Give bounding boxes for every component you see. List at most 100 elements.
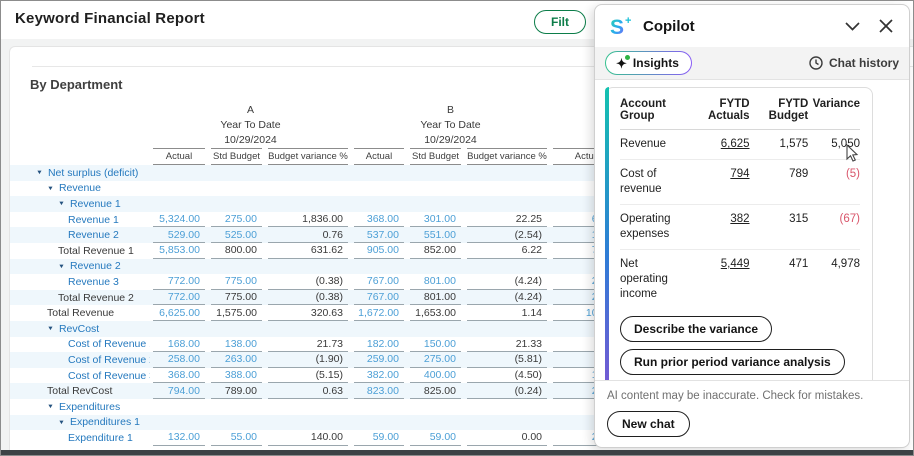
row-label: Total RevCost (10, 383, 150, 399)
new-chat-button[interactable]: New chat (607, 411, 690, 437)
value-cell[interactable]: 388.00 (208, 368, 265, 384)
chat-history-button[interactable]: Chat history (809, 56, 899, 70)
value-cell[interactable]: 150.00 (407, 337, 464, 353)
value-cell (265, 399, 351, 415)
insights-button[interactable]: ✦ Insights (605, 51, 692, 75)
value-cell[interactable]: 794.00 (150, 383, 208, 399)
row-label[interactable]: Cost of Revenue 1 (10, 337, 150, 353)
value-cell: 21.73 (265, 337, 351, 353)
row-label[interactable]: Expenditure 1 (10, 430, 150, 446)
row-label[interactable]: Cost of Revenue 2 (10, 352, 150, 368)
insights-row: Operating expenses382315(67) (620, 204, 860, 249)
value-cell[interactable]: 6,625.00 (150, 305, 208, 321)
row-label[interactable]: ▼Expenditures 1 (10, 415, 150, 431)
row-label[interactable]: ▼Net surplus (deficit) (10, 165, 150, 181)
filter-button[interactable]: Filt (534, 10, 586, 34)
fytd-actuals-cell[interactable]: 794 (685, 159, 749, 204)
value-cell (351, 165, 407, 181)
col-header-b-actual: Actual (351, 148, 407, 165)
value-cell: 1,575.00 (208, 305, 265, 321)
report-row: ▼Expenditures 1 (10, 415, 650, 431)
value-cell[interactable]: 1,672.00 (351, 305, 407, 321)
group-b-period: Year To Date (351, 118, 550, 133)
value-cell[interactable]: 772.00 (150, 290, 208, 306)
value-cell: (0.24) (464, 383, 550, 399)
value-cell[interactable]: 905.00 (351, 243, 407, 259)
value-cell[interactable]: 259.00 (351, 352, 407, 368)
value-cell[interactable]: 59.00 (351, 430, 407, 446)
actuals-link[interactable]: 794 (730, 168, 749, 180)
svg-text:S: S (610, 16, 624, 38)
row-label[interactable]: Revenue 3 (10, 274, 150, 290)
value-cell: (4.24) (464, 290, 550, 306)
value-cell (150, 399, 208, 415)
value-cell[interactable]: 258.00 (150, 352, 208, 368)
suggestion-button[interactable]: Describe the variance (620, 316, 772, 342)
collapse-triangle-icon[interactable]: ▼ (58, 419, 65, 425)
value-cell[interactable]: 5,324.00 (150, 212, 208, 228)
value-cell[interactable]: 772.00 (150, 274, 208, 290)
value-cell[interactable]: 132.00 (150, 430, 208, 446)
value-cell[interactable]: 368.00 (351, 212, 407, 228)
row-label[interactable]: ▼Revenue (10, 181, 150, 197)
fytd-actuals-cell[interactable]: 5,449 (685, 249, 749, 308)
close-panel-button[interactable] (877, 17, 895, 35)
value-cell[interactable]: 263.00 (208, 352, 265, 368)
row-label[interactable]: ▼Revenue 1 (10, 196, 150, 212)
value-cell[interactable]: 775.00 (208, 274, 265, 290)
row-label[interactable]: ▼RevCost (10, 321, 150, 337)
value-cell[interactable]: 275.00 (407, 352, 464, 368)
value-cell[interactable]: 400.00 (407, 368, 464, 384)
value-cell: (5.81) (464, 352, 550, 368)
value-cell[interactable]: 823.00 (351, 383, 407, 399)
row-label[interactable]: Revenue 2 (10, 227, 150, 243)
value-cell[interactable]: 59.00 (407, 430, 464, 446)
value-cell[interactable]: 529.00 (150, 227, 208, 243)
value-cell[interactable]: 5,853.00 (150, 243, 208, 259)
value-cell: 22.25 (464, 212, 550, 228)
collapse-triangle-icon[interactable]: ▼ (47, 185, 54, 191)
actuals-link[interactable]: 5,449 (721, 258, 750, 270)
value-cell[interactable]: 168.00 (150, 337, 208, 353)
collapse-triangle-icon[interactable]: ▼ (36, 170, 43, 176)
actuals-link[interactable]: 382 (730, 213, 749, 225)
value-cell: (4.50) (464, 368, 550, 384)
value-cell[interactable]: 767.00 (351, 290, 407, 306)
collapse-panel-button[interactable] (843, 17, 861, 35)
row-label[interactable]: Cost of Revenue 3 (10, 368, 150, 384)
value-cell[interactable]: 275.00 (208, 212, 265, 228)
value-cell[interactable]: 182.00 (351, 337, 407, 353)
value-cell[interactable]: 301.00 (407, 212, 464, 228)
row-label[interactable]: Revenue 1 (10, 212, 150, 228)
value-cell[interactable]: 368.00 (150, 368, 208, 384)
report-row: Total Revenue 2772.00775.00(0.38)767.008… (10, 290, 650, 306)
ai-disclaimer-text: AI content may be inaccurate. Check for … (607, 390, 897, 402)
row-label[interactable]: ▼Revenue 2 (10, 259, 150, 275)
value-cell: 320.63 (265, 305, 351, 321)
value-cell[interactable]: 537.00 (351, 227, 407, 243)
value-cell[interactable]: 382.00 (351, 368, 407, 384)
fytd-actuals-cell[interactable]: 382 (685, 204, 749, 249)
value-cell: 6.22 (464, 243, 550, 259)
suggestion-button[interactable]: Run prior period variance analysis (620, 349, 845, 375)
fytd-actuals-cell[interactable]: 6,625 (685, 130, 749, 160)
value-cell (265, 196, 351, 212)
copilot-header: S + Copilot (595, 5, 909, 47)
svg-text:+: + (625, 15, 631, 27)
value-cell[interactable]: 138.00 (208, 337, 265, 353)
collapse-triangle-icon[interactable]: ▼ (58, 263, 65, 269)
col-header-a-std-budget: Std Budget (208, 148, 265, 165)
collapse-triangle-icon[interactable]: ▼ (58, 201, 65, 207)
value-cell[interactable]: 767.00 (351, 274, 407, 290)
value-cell[interactable]: 525.00 (208, 227, 265, 243)
report-row: ▼RevCost (10, 321, 650, 337)
actuals-link[interactable]: 6,625 (721, 138, 750, 150)
value-cell[interactable]: 55.00 (208, 430, 265, 446)
collapse-triangle-icon[interactable]: ▼ (47, 326, 54, 332)
collapse-triangle-icon[interactable]: ▼ (47, 404, 54, 410)
row-label[interactable]: ▼Expenditures (10, 399, 150, 415)
value-cell (208, 196, 265, 212)
value-cell: (2.54) (464, 227, 550, 243)
value-cell[interactable]: 801.00 (407, 274, 464, 290)
value-cell[interactable]: 551.00 (407, 227, 464, 243)
